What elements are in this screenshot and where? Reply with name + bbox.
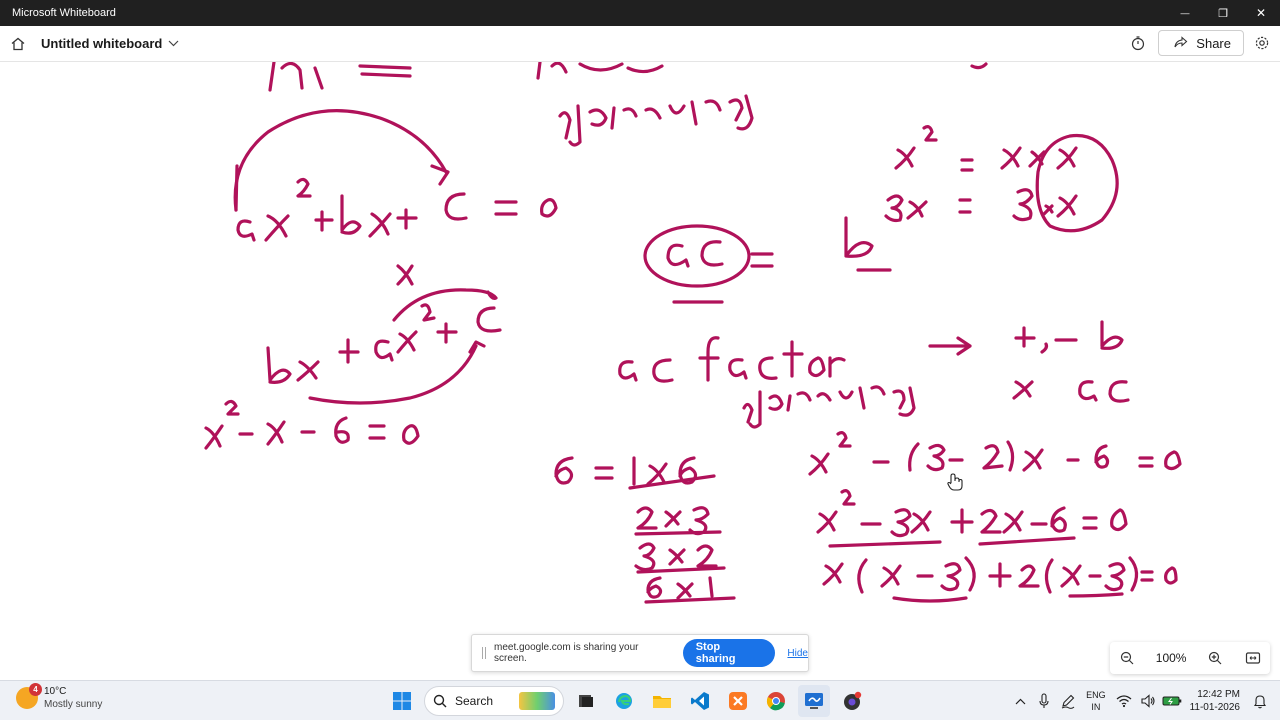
share-button[interactable]: Share bbox=[1158, 30, 1244, 56]
folder-icon bbox=[653, 696, 671, 708]
handwritten-ink bbox=[204, 62, 1182, 604]
language-code: ENG bbox=[1086, 690, 1106, 700]
weather-widget[interactable]: 4 10°C Mostly sunny bbox=[16, 683, 103, 711]
vscode-icon bbox=[691, 692, 709, 710]
maximize-icon: ❐ bbox=[1218, 7, 1228, 20]
task-view-icon bbox=[579, 695, 593, 707]
github-icon bbox=[844, 691, 862, 710]
task-view-button[interactable] bbox=[570, 685, 602, 717]
fit-screen-icon bbox=[1245, 652, 1261, 664]
pen-icon[interactable] bbox=[1056, 689, 1080, 713]
weather-sun-icon: 4 bbox=[16, 683, 42, 709]
clock-time: 12:42 PM bbox=[1197, 689, 1240, 700]
weather-temperature: 10°C bbox=[44, 686, 67, 697]
taskbar-search[interactable]: Search bbox=[424, 686, 564, 716]
drag-handle-icon[interactable] bbox=[482, 647, 486, 659]
maximize-button[interactable]: ❐ bbox=[1204, 0, 1242, 26]
microphone-icon[interactable] bbox=[1032, 689, 1056, 713]
zoom-controls: 100% bbox=[1110, 642, 1270, 674]
minimize-button[interactable]: — bbox=[1166, 0, 1204, 26]
edge-icon bbox=[616, 693, 632, 709]
github-desktop-button[interactable] bbox=[836, 685, 868, 717]
close-icon: ✕ bbox=[1255, 6, 1267, 20]
xampp-button[interactable] bbox=[722, 685, 754, 717]
edge-browser-button[interactable] bbox=[608, 685, 640, 717]
timer-icon[interactable] bbox=[1128, 33, 1148, 53]
stop-sharing-label: Stop sharing bbox=[695, 641, 736, 665]
weather-description: Mostly sunny bbox=[44, 699, 103, 710]
search-highlight-icon bbox=[519, 692, 555, 710]
zoom-out-icon bbox=[1120, 651, 1134, 665]
zoom-level: 100% bbox=[1155, 651, 1187, 665]
chevron-up-icon bbox=[1015, 698, 1025, 704]
show-hidden-icons-button[interactable] bbox=[1008, 689, 1032, 713]
sharing-message: meet.google.com is sharing your screen. bbox=[493, 642, 639, 664]
input-language[interactable]: ENG IN bbox=[1086, 689, 1106, 713]
share-icon bbox=[1174, 36, 1188, 48]
hide-link[interactable]: Hide bbox=[787, 648, 808, 659]
volume-icon[interactable] bbox=[1136, 689, 1160, 713]
zoom-in-button[interactable] bbox=[1206, 649, 1224, 667]
search-label: Search bbox=[455, 694, 494, 708]
stop-sharing-button[interactable]: Stop sharing bbox=[682, 639, 776, 667]
battery-icon[interactable] bbox=[1160, 689, 1184, 713]
fit-to-screen-button[interactable] bbox=[1244, 649, 1262, 667]
chrome-button[interactable] bbox=[760, 685, 792, 717]
close-button[interactable]: ✕ bbox=[1242, 0, 1280, 26]
region-code: IN bbox=[1091, 702, 1101, 712]
chevron-down-icon bbox=[168, 40, 179, 47]
notification-badge: 4 bbox=[29, 683, 42, 696]
search-icon bbox=[433, 694, 447, 708]
window-controls: — ❐ ✕ bbox=[1166, 0, 1280, 26]
windows-taskbar: 4 10°C Mostly sunny Search ENG IN 12:42 … bbox=[0, 680, 1280, 720]
windows-logo-icon bbox=[393, 692, 411, 710]
zoom-in-icon bbox=[1209, 651, 1222, 665]
wifi-icon[interactable] bbox=[1112, 689, 1136, 713]
whiteboard-app-icon bbox=[805, 693, 823, 709]
notifications-icon[interactable] bbox=[1248, 689, 1272, 713]
clock-date: 11-01-2026 bbox=[1189, 702, 1240, 713]
xampp-icon bbox=[729, 692, 747, 710]
window-titlebar: Microsoft Whiteboard — ❐ ✕ bbox=[0, 0, 1280, 26]
taskbar-clock[interactable]: 12:42 PM 11-01-2026 bbox=[1190, 688, 1240, 714]
start-button[interactable] bbox=[386, 685, 418, 717]
minimize-icon: — bbox=[1180, 8, 1190, 18]
chrome-icon bbox=[766, 692, 785, 711]
vscode-button[interactable] bbox=[684, 685, 716, 717]
share-label: Share bbox=[1196, 35, 1231, 51]
app-title: Microsoft Whiteboard bbox=[12, 7, 116, 19]
app-header: Untitled whiteboard Share bbox=[0, 26, 1280, 62]
home-icon[interactable] bbox=[9, 35, 27, 53]
system-tray: ENG IN 12:42 PM 11-01-2026 bbox=[1008, 681, 1280, 721]
screen-sharing-bar: meet.google.com is sharing your screen. … bbox=[471, 634, 809, 672]
gear-icon[interactable] bbox=[1252, 33, 1272, 53]
whiteboard-canvas[interactable] bbox=[0, 62, 1280, 680]
zoom-out-button[interactable] bbox=[1118, 649, 1136, 667]
whiteboard-title-button[interactable]: Untitled whiteboard bbox=[41, 36, 179, 51]
hand-cursor-icon bbox=[947, 473, 963, 491]
whiteboard-title: Untitled whiteboard bbox=[41, 36, 163, 51]
file-explorer-button[interactable] bbox=[646, 685, 678, 717]
whiteboard-app-button[interactable] bbox=[798, 685, 830, 717]
